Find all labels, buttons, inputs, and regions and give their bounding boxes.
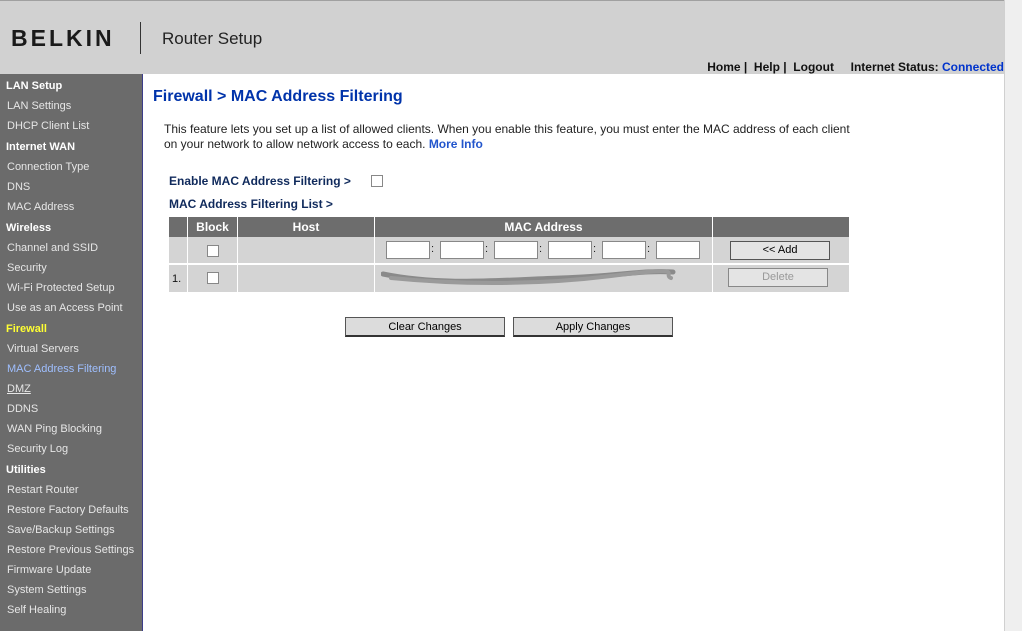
mac-octet-1-input[interactable] xyxy=(386,241,430,259)
sidebar-item-connection-type[interactable]: Connection Type xyxy=(7,161,89,173)
sidebar-item-system-settings[interactable]: System Settings xyxy=(7,584,86,596)
row-number: 1. xyxy=(172,273,182,285)
help-link[interactable]: Help xyxy=(754,60,780,74)
sidebar-item-restore-factory-defaults[interactable]: Restore Factory Defaults xyxy=(7,504,129,516)
sidebar-section-utilities: Utilities xyxy=(6,464,46,476)
sidebar-item-mac-address-filtering[interactable]: MAC Address Filtering xyxy=(7,363,116,375)
table-header-block: Block xyxy=(188,217,237,237)
sidebar-item-dhcp-client-list[interactable]: DHCP Client List xyxy=(7,120,89,132)
sidebar-item-restart-router[interactable]: Restart Router xyxy=(7,484,79,496)
apply-changes-button[interactable]: Apply Changes xyxy=(513,317,673,337)
row-1-block-checkbox[interactable] xyxy=(207,272,219,284)
mac-octet-3-input[interactable] xyxy=(494,241,538,259)
vertical-scrollbar[interactable] xyxy=(1004,0,1022,631)
mac-octet-5-input[interactable] xyxy=(602,241,646,259)
sidebar-item-restore-previous-settings[interactable]: Restore Previous Settings xyxy=(7,544,134,556)
main-content: Firewall > MAC Address Filtering This fe… xyxy=(143,74,1004,631)
new-entry-block-checkbox[interactable] xyxy=(207,245,219,257)
description: This feature lets you set up a list of a… xyxy=(164,122,854,152)
sidebar-item-wan-ping-blocking[interactable]: WAN Ping Blocking xyxy=(7,423,102,435)
top-links: Home | Help | Logout Internet Status: Co… xyxy=(707,60,1004,74)
page-title: Firewall > MAC Address Filtering xyxy=(153,88,403,105)
table-header-mac-address: MAC Address xyxy=(375,217,712,237)
belkin-logo: BELKIN xyxy=(11,25,115,51)
sidebar-item-ddns[interactable]: DDNS xyxy=(7,403,38,415)
enable-mac-filtering-checkbox[interactable] xyxy=(371,175,383,187)
mac-filtering-list-label: MAC Address Filtering List > xyxy=(169,197,333,211)
internet-status-value[interactable]: Connected xyxy=(942,60,1004,74)
add-button[interactable]: << Add xyxy=(730,241,830,260)
sidebar-section-firewall[interactable]: Firewall xyxy=(6,323,47,335)
sidebar: LAN Setup LAN Settings DHCP Client List … xyxy=(0,74,143,631)
mac-octet-6-input[interactable] xyxy=(656,241,700,259)
redacted-mac-scribble xyxy=(381,269,676,285)
internet-status-label: Internet Status: xyxy=(850,60,939,74)
table-header-host: Host xyxy=(238,217,374,237)
sidebar-item-save-backup-settings[interactable]: Save/Backup Settings xyxy=(7,524,115,536)
sidebar-item-security[interactable]: Security xyxy=(7,262,47,274)
sidebar-section-wireless: Wireless xyxy=(6,222,52,234)
home-link[interactable]: Home xyxy=(707,60,740,74)
sidebar-item-self-healing[interactable]: Self Healing xyxy=(7,604,66,616)
sidebar-section-lan-setup: LAN Setup xyxy=(6,80,63,92)
sidebar-item-mac-address[interactable]: MAC Address xyxy=(7,201,74,213)
app-title: Router Setup xyxy=(162,29,263,48)
table-header-blank xyxy=(169,217,187,237)
sidebar-item-lan-settings[interactable]: LAN Settings xyxy=(7,100,71,112)
sidebar-item-dmz[interactable]: DMZ xyxy=(7,383,31,395)
header: BELKIN Router Setup Home | Help | Logout… xyxy=(0,0,1004,74)
enable-mac-filtering-label: Enable MAC Address Filtering > xyxy=(169,174,351,188)
sidebar-item-dns[interactable]: DNS xyxy=(7,181,30,193)
sidebar-item-security-log[interactable]: Security Log xyxy=(7,443,68,455)
sidebar-item-virtual-servers[interactable]: Virtual Servers xyxy=(7,343,79,355)
sidebar-section-internet-wan: Internet WAN xyxy=(6,141,76,153)
logo-divider xyxy=(140,22,141,54)
sidebar-item-channel-ssid[interactable]: Channel and SSID xyxy=(7,242,98,254)
description-text: This feature lets you set up a list of a… xyxy=(164,122,850,151)
delete-button[interactable]: Delete xyxy=(728,268,828,287)
table-header-action xyxy=(713,217,849,237)
clear-changes-button[interactable]: Clear Changes xyxy=(345,317,505,337)
more-info-link[interactable]: More Info xyxy=(429,137,483,151)
mac-octet-4-input[interactable] xyxy=(548,241,592,259)
sidebar-item-wifi-protected-setup[interactable]: Wi-Fi Protected Setup xyxy=(7,282,115,294)
mac-octet-2-input[interactable] xyxy=(440,241,484,259)
sidebar-item-firmware-update[interactable]: Firmware Update xyxy=(7,564,91,576)
mac-filter-table: Block Host MAC Address : : : : : << Add … xyxy=(169,217,849,292)
logout-link[interactable]: Logout xyxy=(793,60,834,74)
sidebar-item-access-point[interactable]: Use as an Access Point xyxy=(7,302,123,314)
